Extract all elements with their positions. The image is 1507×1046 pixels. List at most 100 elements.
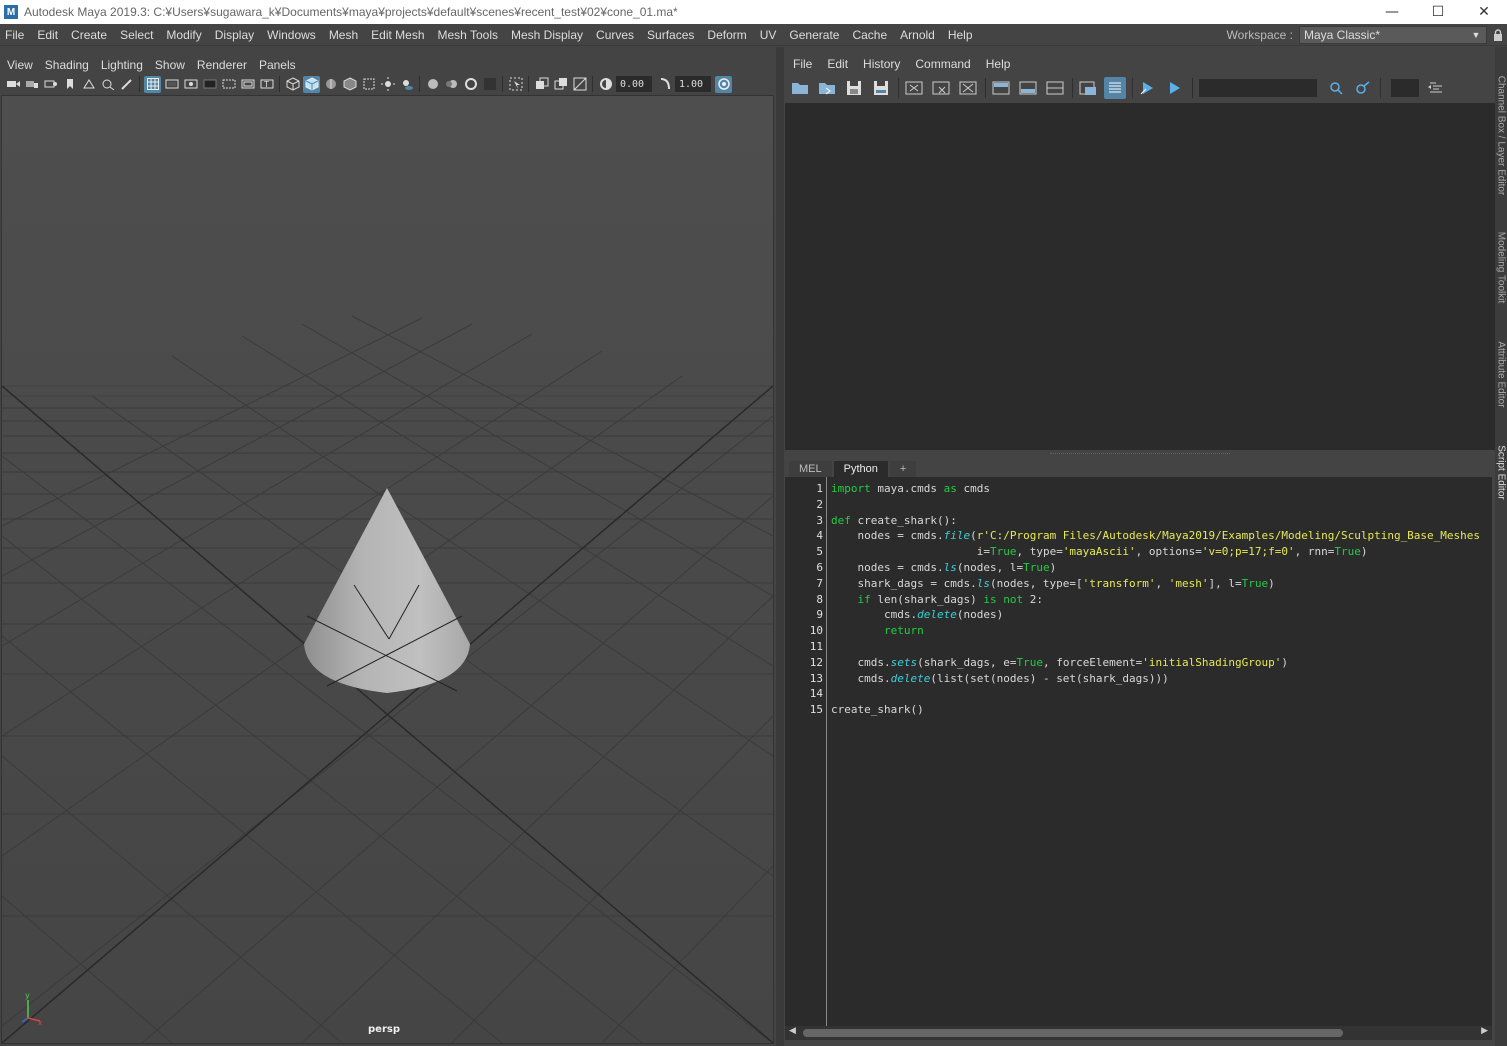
exposure-field[interactable]: 0.00 bbox=[616, 76, 652, 92]
tab-script-editor[interactable]: Script Editor bbox=[1495, 437, 1507, 507]
code-line[interactable]: cmds.delete(nodes) bbox=[831, 607, 1492, 623]
exposure-icon[interactable] bbox=[597, 76, 614, 93]
clear-input-icon[interactable] bbox=[930, 77, 952, 99]
grease-pencil-icon[interactable] bbox=[118, 76, 135, 93]
xray-joints-icon[interactable] bbox=[571, 76, 588, 93]
goto-line-input[interactable] bbox=[1391, 78, 1419, 97]
menu-generate[interactable]: Generate bbox=[784, 28, 847, 42]
code-line[interactable] bbox=[831, 686, 1492, 702]
script-menu-history[interactable]: History bbox=[855, 57, 907, 71]
maximize-button[interactable]: ☐ bbox=[1415, 0, 1461, 24]
textured-icon[interactable] bbox=[341, 76, 358, 93]
viewport-menu-renderer[interactable]: Renderer bbox=[190, 58, 252, 72]
depth-of-field-icon[interactable] bbox=[481, 76, 498, 93]
field-chart-icon[interactable] bbox=[220, 76, 237, 93]
search-up-icon[interactable] bbox=[1352, 77, 1374, 99]
screen-space-ao-icon[interactable] bbox=[424, 76, 441, 93]
color-management-icon[interactable] bbox=[715, 75, 732, 93]
camera-lock-icon[interactable] bbox=[23, 76, 40, 93]
script-history-pane[interactable] bbox=[785, 103, 1495, 450]
wireframe-icon[interactable] bbox=[284, 76, 301, 93]
gamma-field[interactable]: 1.00 bbox=[675, 76, 711, 92]
save-script-to-shelf-icon[interactable] bbox=[870, 77, 892, 99]
open-script-icon[interactable] bbox=[789, 77, 811, 99]
menu-file[interactable]: File bbox=[0, 28, 32, 42]
menu-help[interactable]: Help bbox=[943, 28, 981, 42]
minimize-button[interactable]: — bbox=[1369, 0, 1415, 24]
motion-blur-icon[interactable] bbox=[443, 76, 460, 93]
tab-channel-box[interactable]: Channel Box / Layer Editor bbox=[1495, 65, 1507, 205]
show-history-icon[interactable] bbox=[990, 77, 1012, 99]
camera-select-icon[interactable] bbox=[4, 76, 21, 93]
code-text[interactable]: import maya.cmds as cmds def create_shar… bbox=[831, 481, 1492, 718]
show-input-icon[interactable] bbox=[1017, 77, 1039, 99]
menu-select[interactable]: Select bbox=[115, 28, 161, 42]
echo-commands-icon[interactable] bbox=[1077, 77, 1099, 99]
execute-all-icon[interactable] bbox=[1164, 77, 1186, 99]
search-down-icon[interactable] bbox=[1325, 77, 1347, 99]
menu-deform[interactable]: Deform bbox=[702, 28, 754, 42]
script-menu-help[interactable]: Help bbox=[978, 57, 1018, 71]
shadows-icon[interactable] bbox=[398, 76, 415, 93]
goto-line-icon[interactable] bbox=[1425, 77, 1447, 99]
code-line[interactable]: create_shark() bbox=[831, 702, 1492, 718]
resolution-gate-icon[interactable] bbox=[182, 76, 199, 93]
menu-modify[interactable]: Modify bbox=[161, 28, 209, 42]
tab-modeling-toolkit[interactable]: Modeling Toolkit bbox=[1495, 222, 1507, 312]
menu-surfaces[interactable]: Surfaces bbox=[642, 28, 702, 42]
source-script-icon[interactable] bbox=[816, 77, 838, 99]
perspective-viewport[interactable]: y x persp bbox=[1, 95, 774, 1044]
execute-selected-icon[interactable] bbox=[1137, 77, 1159, 99]
horizontal-scrollbar[interactable]: ◀ ▶ bbox=[785, 1026, 1492, 1040]
viewport-menu-lighting[interactable]: Lighting bbox=[94, 58, 148, 72]
lights-icon[interactable] bbox=[379, 76, 396, 93]
show-both-icon[interactable] bbox=[1044, 77, 1066, 99]
script-pane-splitter[interactable] bbox=[785, 450, 1495, 458]
menu-create[interactable]: Create bbox=[66, 28, 115, 42]
code-line[interactable] bbox=[831, 497, 1492, 513]
2d-pan-zoom-icon[interactable] bbox=[99, 76, 116, 93]
menu-mesh[interactable]: Mesh bbox=[324, 28, 366, 42]
code-line[interactable] bbox=[831, 639, 1492, 655]
viewport-menu-view[interactable]: View bbox=[0, 58, 38, 72]
anti-aliasing-icon[interactable] bbox=[462, 76, 479, 93]
viewport-menu-show[interactable]: Show bbox=[148, 58, 190, 72]
add-tab-button[interactable]: + bbox=[889, 461, 917, 477]
bookmark-icon[interactable] bbox=[61, 76, 78, 93]
code-line[interactable]: nodes = cmds.ls(nodes, l=True) bbox=[831, 560, 1492, 576]
menu-uv[interactable]: UV bbox=[755, 28, 785, 42]
menu-mesh-display[interactable]: Mesh Display bbox=[506, 28, 591, 42]
code-line[interactable]: if len(shark_dags) is not 2: bbox=[831, 592, 1492, 608]
search-input[interactable] bbox=[1199, 78, 1317, 97]
menu-arnold[interactable]: Arnold bbox=[895, 28, 943, 42]
xray-active-components-icon[interactable] bbox=[552, 76, 569, 93]
safe-title-icon[interactable]: T bbox=[258, 76, 275, 93]
scroll-right-icon[interactable]: ▶ bbox=[1481, 1026, 1488, 1036]
menu-edit-mesh[interactable]: Edit Mesh bbox=[366, 28, 432, 42]
menu-mesh-tools[interactable]: Mesh Tools bbox=[433, 28, 506, 42]
panel-splitter[interactable] bbox=[776, 47, 784, 1046]
script-menu-command[interactable]: Command bbox=[907, 57, 977, 71]
lock-icon[interactable] bbox=[1491, 26, 1505, 44]
code-line[interactable]: shark_dags = cmds.ls(nodes, type=['trans… bbox=[831, 576, 1492, 592]
code-line[interactable]: def create_shark(): bbox=[831, 513, 1492, 529]
image-plane-icon[interactable] bbox=[80, 76, 97, 93]
camera-attributes-icon[interactable] bbox=[42, 76, 59, 93]
code-line[interactable]: import maya.cmds as cmds bbox=[831, 481, 1492, 497]
workspace-dropdown[interactable]: Maya Classic* ▼ bbox=[1299, 26, 1487, 44]
script-menu-edit[interactable]: Edit bbox=[819, 57, 855, 71]
tab-mel[interactable]: MEL bbox=[789, 461, 832, 477]
tab-python[interactable]: Python bbox=[833, 461, 888, 477]
menu-display[interactable]: Display bbox=[210, 28, 262, 42]
code-line[interactable]: nodes = cmds.file(r'C:/Program Files/Aut… bbox=[831, 528, 1492, 544]
safe-action-icon[interactable] bbox=[239, 76, 256, 93]
wireframe-on-shaded-icon[interactable] bbox=[322, 76, 339, 93]
code-line[interactable]: i=True, type='mayaAscii', options='v=0;p… bbox=[831, 544, 1492, 560]
menu-edit[interactable]: Edit bbox=[32, 28, 66, 42]
close-button[interactable]: ✕ bbox=[1461, 0, 1507, 24]
gamma-icon[interactable] bbox=[656, 76, 673, 93]
scrollbar-thumb[interactable] bbox=[803, 1029, 1343, 1037]
menu-cache[interactable]: Cache bbox=[847, 28, 895, 42]
use-all-lights-icon[interactable] bbox=[360, 76, 377, 93]
menu-windows[interactable]: Windows bbox=[262, 28, 324, 42]
